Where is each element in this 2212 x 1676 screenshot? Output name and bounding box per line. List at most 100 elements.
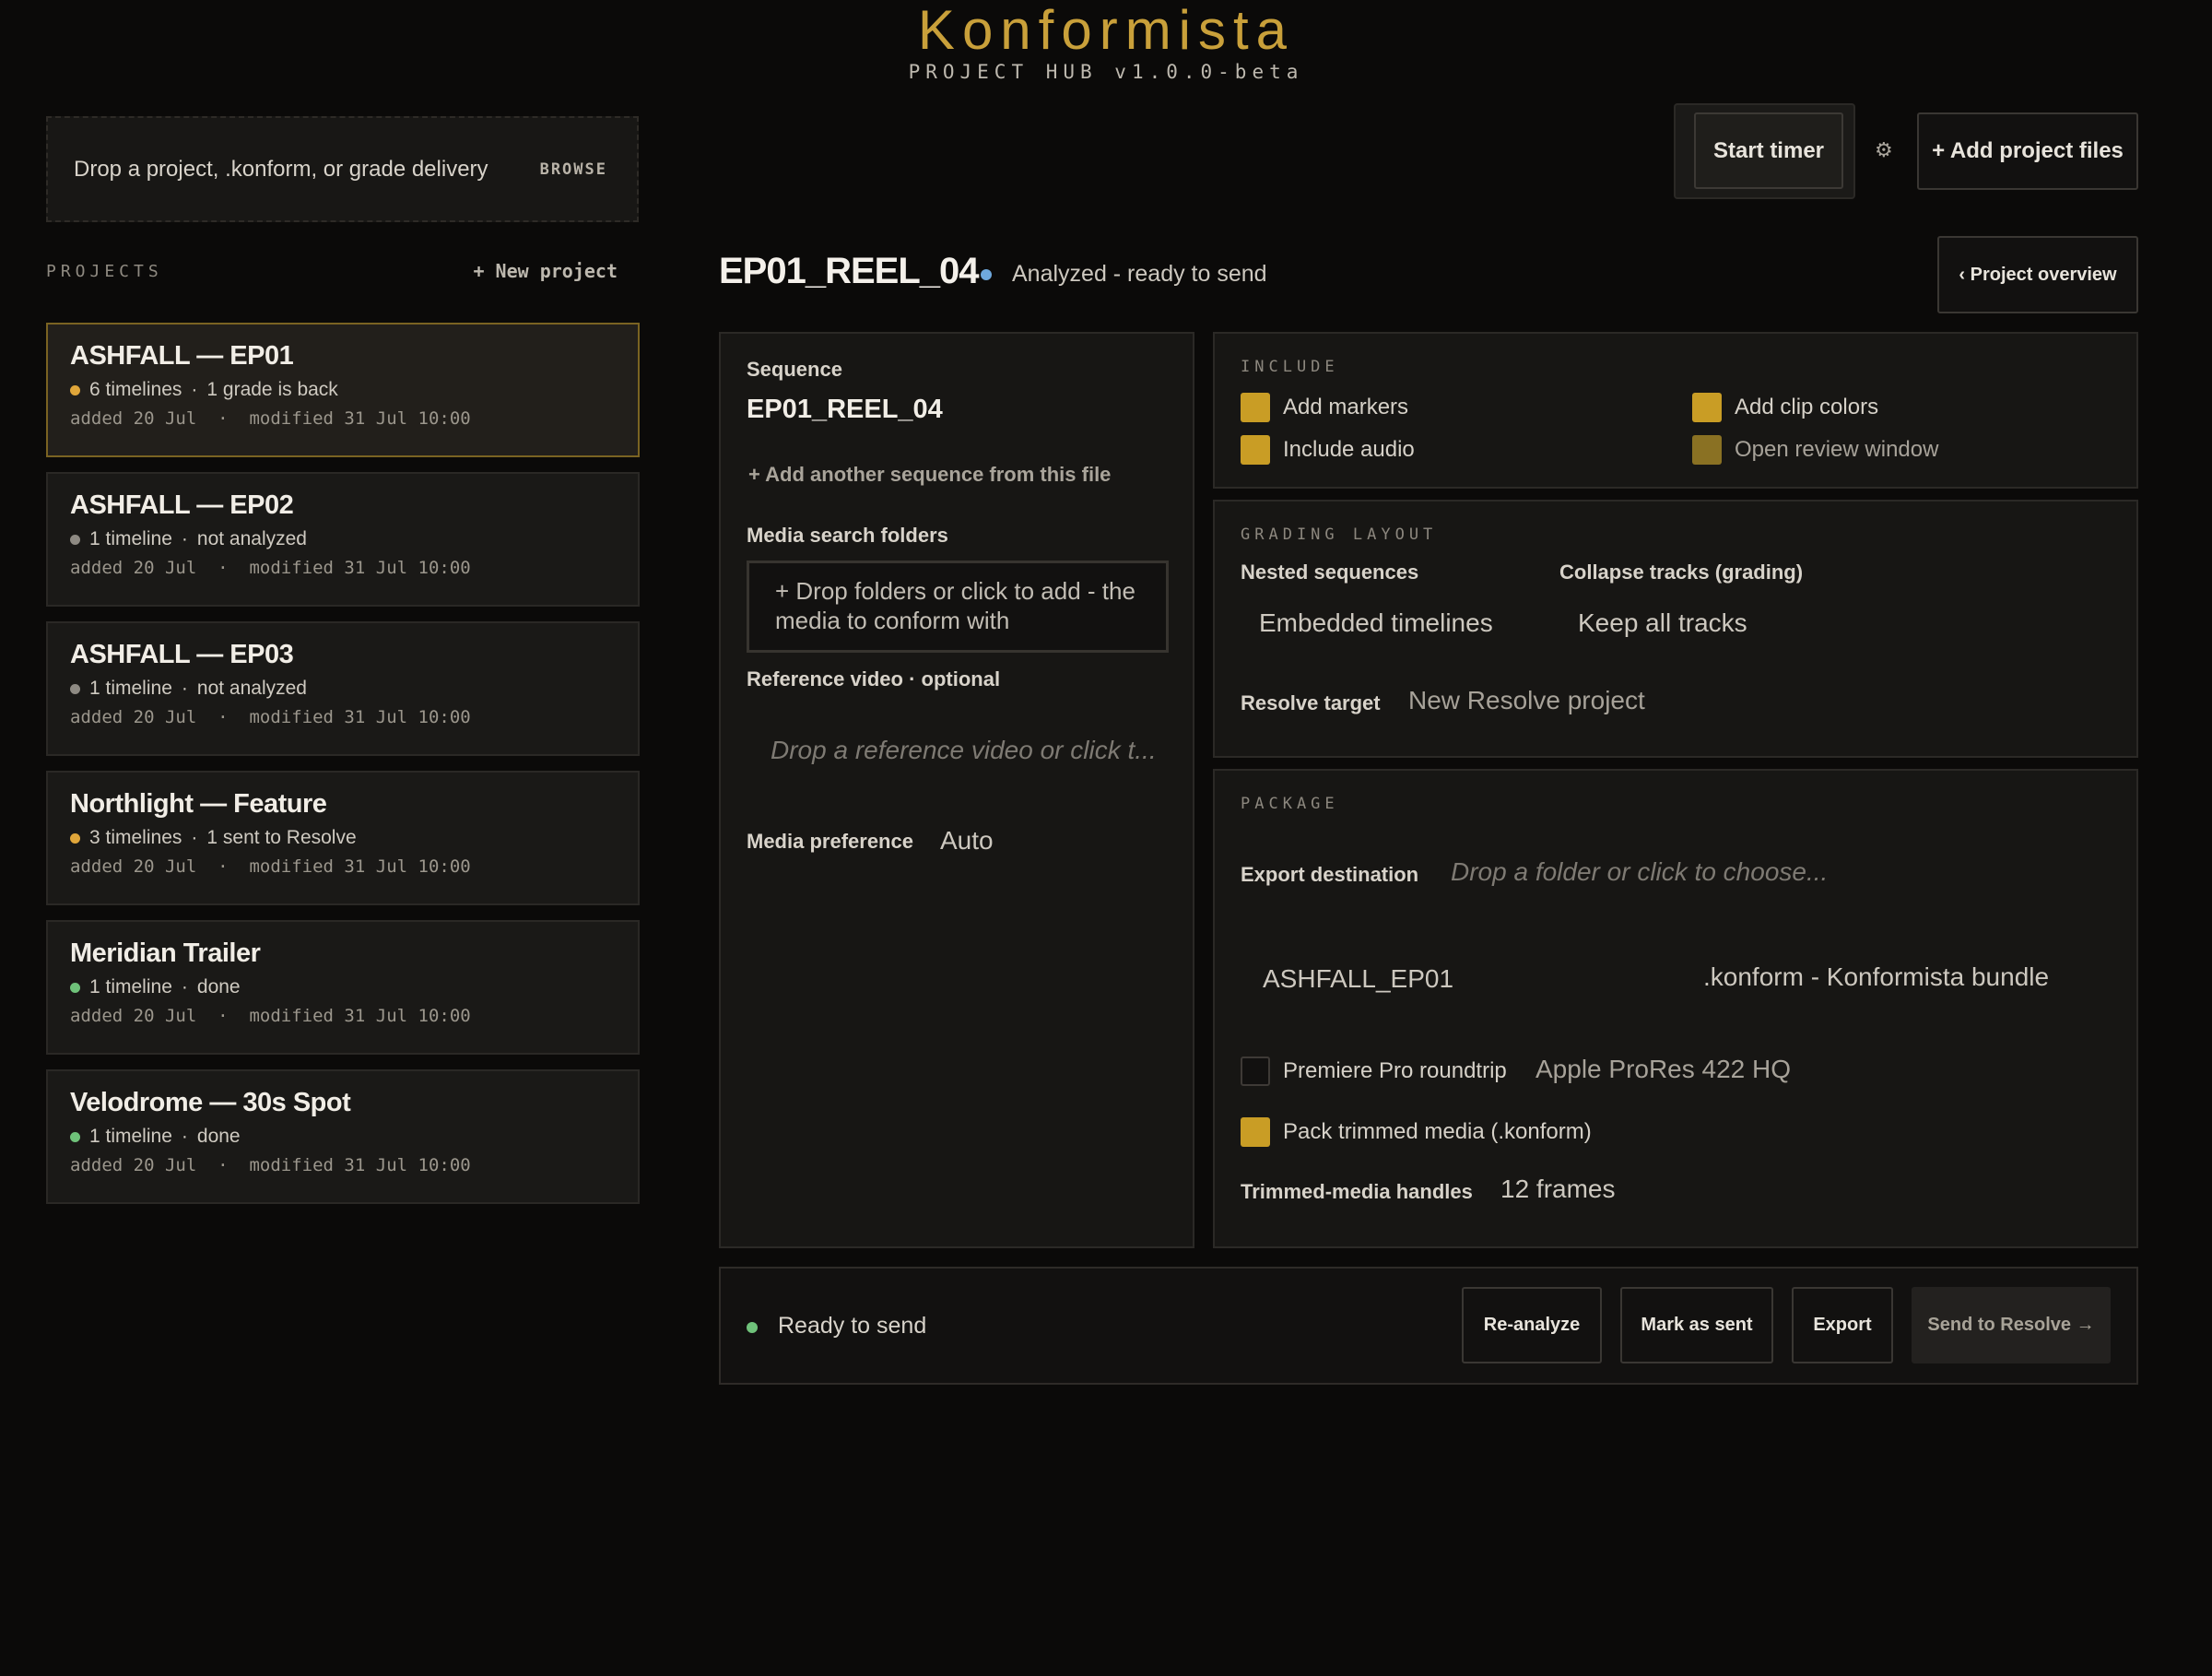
project-dates: added 20 Jul · modified 31 Jul 10:00: [70, 1006, 471, 1026]
include-panel: INCLUDE Add markers Include audio Add cl…: [1213, 332, 2138, 489]
handles-input[interactable]: 12 frames: [1500, 1174, 1616, 1204]
send-to-resolve-button[interactable]: Send to Resolve →: [1912, 1287, 2111, 1363]
app-title: Konformista: [917, 0, 1295, 61]
checkbox-unchecked-icon: [1241, 1056, 1270, 1086]
export-destination-dropzone[interactable]: Drop a folder or click to choose...: [1451, 857, 1828, 887]
project-card[interactable]: ASHFALL — EP03 1 timeline · not analyzed …: [46, 621, 640, 756]
package-label: PACKAGE: [1241, 795, 1339, 813]
modified-date: modified 31 Jul 10:00: [249, 558, 471, 578]
nested-sequences-select[interactable]: Embedded timelines: [1259, 608, 1493, 638]
project-overview-button[interactable]: ‹ Project overview: [1937, 236, 2138, 313]
package-format-select[interactable]: .konform - Konformista bundle: [1703, 962, 2049, 992]
project-meta: 1 timeline · not analyzed: [70, 528, 616, 550]
checkbox-checked-icon: [1241, 393, 1270, 422]
projects-header: PROJECTS + New project: [46, 260, 618, 282]
include-audio-checkbox[interactable]: Include audio: [1241, 435, 1415, 465]
project-name: ASHFALL — EP01: [70, 341, 294, 371]
new-project-button[interactable]: + New project: [473, 260, 618, 282]
add-project-files-button[interactable]: + Add project files: [1917, 112, 2138, 190]
page-title: EP01_REEL_04: [719, 251, 980, 291]
modified-date: modified 31 Jul 10:00: [249, 1155, 471, 1175]
add-sequence-button[interactable]: + Add another sequence from this file: [748, 463, 1111, 487]
timeline-count: 1 timeline: [89, 528, 172, 549]
grading-layout-label: GRADING LAYOUT: [1241, 525, 1438, 544]
status-dot: [70, 534, 80, 545]
project-dates: added 20 Jul · modified 31 Jul 10:00: [70, 1155, 471, 1175]
app-header: Konformista PROJECT HUB v1.0.0-beta: [0, 0, 2212, 83]
handles-label: Trimmed-media handles: [1241, 1180, 1473, 1203]
modified-date: modified 31 Jul 10:00: [249, 856, 471, 877]
collapse-tracks-select[interactable]: Keep all tracks: [1578, 608, 1747, 638]
resolve-target-select[interactable]: New Resolve project: [1408, 686, 1645, 715]
project-dropzone[interactable]: Drop a project, .konform, or grade deliv…: [46, 116, 639, 222]
project-state: not analyzed: [196, 528, 307, 549]
modified-date: modified 31 Jul 10:00: [249, 408, 471, 429]
added-date: added 20 Jul: [70, 1006, 197, 1026]
project-card[interactable]: Northlight — Feature 3 timelines · 1 sent…: [46, 771, 640, 905]
grading-layout-panel: GRADING LAYOUT Nested sequences Embedded…: [1213, 500, 2138, 758]
start-timer-button[interactable]: Start timer: [1694, 112, 1843, 189]
re-analyze-button[interactable]: Re-analyze: [1462, 1287, 1602, 1363]
sequence-value: EP01_REEL_04: [747, 395, 943, 424]
gear-icon[interactable]: ⚙: [1875, 138, 1893, 162]
status-dot: [70, 982, 80, 993]
codec-select[interactable]: Apple ProRes 422 HQ: [1535, 1055, 1791, 1084]
project-state: done: [196, 976, 241, 997]
footer-status: Ready to send: [778, 1313, 927, 1339]
reference-video-label: Reference video · optional: [747, 667, 1001, 690]
resolve-target-label: Resolve target: [1241, 691, 1381, 714]
project-name: Velodrome — 30s Spot: [70, 1088, 351, 1117]
status-dot: [70, 384, 80, 395]
sequence-label: Sequence: [747, 358, 842, 381]
browse-button[interactable]: BROWSE: [540, 160, 607, 179]
package-name-input[interactable]: ASHFALL_EP01: [1263, 964, 1453, 994]
premiere-roundtrip-checkbox[interactable]: Premiere Pro roundtrip: [1241, 1056, 1507, 1086]
project-card[interactable]: Velodrome — 30s Spot 1 timeline · done ad…: [46, 1069, 640, 1204]
timeline-count: 1 timeline: [89, 678, 172, 699]
add-clip-colors-label: Add clip colors: [1735, 395, 1879, 419]
project-meta: 1 timeline · done: [70, 976, 616, 998]
media-preference-select[interactable]: Auto: [940, 826, 994, 856]
timeline-count: 6 timelines: [89, 379, 182, 400]
project-dates: added 20 Jul · modified 31 Jul 10:00: [70, 408, 471, 429]
project-dates: added 20 Jul · modified 31 Jul 10:00: [70, 856, 471, 877]
media-folders-dropzone[interactable]: + Drop folders or click to add - the med…: [747, 561, 1169, 653]
project-card[interactable]: Meridian Trailer 1 timeline · done added …: [46, 920, 640, 1055]
checkbox-checked-icon: [1241, 435, 1270, 465]
timeline-count: 1 timeline: [89, 976, 172, 997]
status-dot: [70, 1131, 80, 1142]
project-card[interactable]: ASHFALL — EP01 6 timelines · 1 grade is b…: [46, 323, 640, 457]
added-date: added 20 Jul: [70, 707, 197, 727]
mark-as-sent-button[interactable]: Mark as sent: [1620, 1287, 1773, 1363]
project-dates: added 20 Jul · modified 31 Jul 10:00: [70, 558, 471, 578]
pack-trimmed-checkbox[interactable]: Pack trimmed media (.konform): [1241, 1117, 1592, 1147]
package-panel: PACKAGE Export destination Drop a folder…: [1213, 769, 2138, 1248]
reference-video-dropzone[interactable]: Drop a reference video or click t...: [771, 736, 1157, 765]
include-label: INCLUDE: [1241, 358, 1339, 376]
timeline-count: 1 timeline: [89, 1126, 172, 1147]
export-button[interactable]: Export: [1792, 1287, 1893, 1363]
app-subtitle: PROJECT HUB v1.0.0-beta: [908, 61, 1304, 83]
checkbox-checked-icon: [1241, 1117, 1270, 1147]
status-dot: [981, 269, 992, 280]
project-name: ASHFALL — EP03: [70, 640, 294, 669]
project-state: 1 sent to Resolve: [206, 827, 357, 848]
media-preference-label: Media preference: [747, 830, 913, 853]
project-name: ASHFALL — EP02: [70, 490, 294, 520]
added-date: added 20 Jul: [70, 408, 197, 429]
timeline-count: 3 timelines: [89, 827, 182, 848]
status-dot: [70, 683, 80, 694]
project-state: not analyzed: [196, 678, 307, 699]
project-card[interactable]: ASHFALL — EP02 1 timeline · not analyzed …: [46, 472, 640, 607]
dropzone-text: Drop a project, .konform, or grade deliv…: [74, 156, 488, 182]
add-markers-checkbox[interactable]: Add markers: [1241, 393, 1408, 422]
export-destination-label: Export destination: [1241, 863, 1419, 886]
project-dates: added 20 Jul · modified 31 Jul 10:00: [70, 707, 471, 727]
project-meta: 1 timeline · not analyzed: [70, 678, 616, 700]
open-review-checkbox[interactable]: Open review window: [1692, 435, 1938, 465]
add-clip-colors-checkbox[interactable]: Add clip colors: [1692, 393, 1878, 422]
nested-sequences-label: Nested sequences: [1241, 561, 1419, 584]
status-dot: [747, 1322, 758, 1333]
project-meta: 1 timeline · done: [70, 1126, 616, 1148]
added-date: added 20 Jul: [70, 558, 197, 578]
